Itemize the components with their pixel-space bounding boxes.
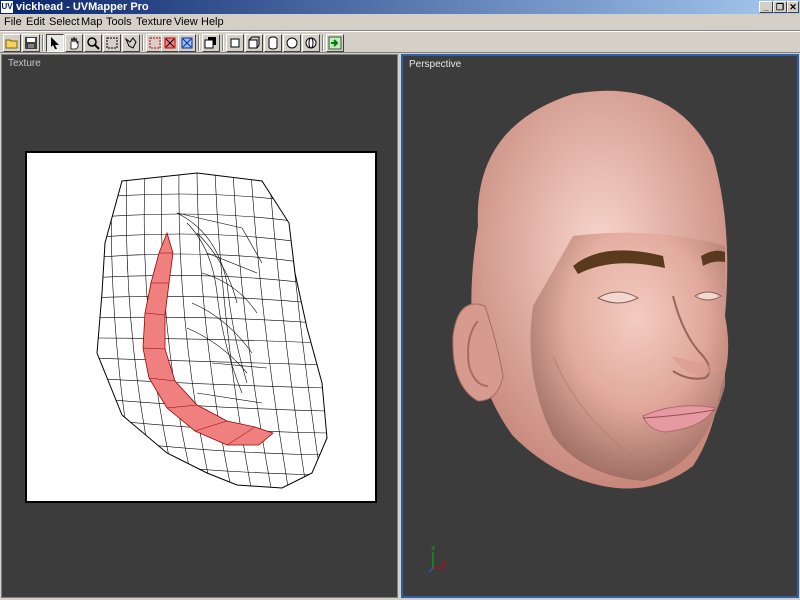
select-arrow-icon[interactable]	[46, 34, 64, 52]
texture-view-label: Texture	[8, 58, 41, 69]
app-icon[interactable]: UV	[1, 1, 13, 13]
menu-select[interactable]: Select	[49, 16, 80, 28]
menu-file[interactable]: File	[4, 16, 22, 28]
texture-viewport[interactable]: Texture	[1, 54, 398, 598]
apply-arrow-icon[interactable]	[326, 34, 344, 52]
zoom-icon[interactable]	[84, 34, 102, 52]
minimize-button[interactable]: _	[759, 1, 773, 13]
polar-map-icon[interactable]	[302, 34, 320, 52]
app-window: UV vickhead - UVMapper Pro _ ❐ ✕ File Ed…	[0, 0, 800, 600]
uv-texture-canvas[interactable]	[25, 151, 377, 503]
axis-x-label: X	[442, 561, 447, 568]
axis-y-label: Y	[431, 546, 436, 553]
invert-box-blue-icon[interactable]	[178, 34, 196, 52]
close-button[interactable]: ✕	[787, 1, 799, 13]
save-icon[interactable]	[22, 34, 40, 52]
sphere-map-icon[interactable]	[283, 34, 301, 52]
lasso-select-icon[interactable]	[122, 34, 140, 52]
menu-bar: File Edit Select Map Tools Texture View …	[0, 14, 800, 31]
menu-tools[interactable]: Tools	[106, 16, 132, 28]
axis-gizmo: Y X	[428, 546, 447, 573]
menu-map[interactable]: Map	[81, 16, 102, 28]
restore-button[interactable]: ❐	[773, 1, 787, 13]
head-model-render[interactable]	[403, 56, 797, 596]
rectangle-select-icon[interactable]	[103, 34, 121, 52]
menu-help[interactable]: Help	[201, 16, 224, 28]
copy-view-icon[interactable]	[202, 34, 220, 52]
cylinder-map-icon[interactable]	[264, 34, 282, 52]
toolbar	[0, 31, 800, 53]
plane-map-icon[interactable]	[226, 34, 244, 52]
window-title: vickhead - UVMapper Pro	[16, 1, 149, 13]
menu-texture[interactable]: Texture	[136, 16, 172, 28]
open-folder-icon[interactable]	[3, 34, 21, 52]
menu-view[interactable]: View	[174, 16, 198, 28]
menu-edit[interactable]: Edit	[26, 16, 45, 28]
hand-pan-icon[interactable]	[65, 34, 83, 52]
deselect-box-red-icon[interactable]	[161, 34, 179, 52]
perspective-viewport[interactable]: Perspective Y X	[401, 54, 799, 598]
title-bar[interactable]: UV vickhead - UVMapper Pro _ ❐ ✕	[0, 0, 800, 14]
box-map-icon[interactable]	[245, 34, 263, 52]
uv-wireframe[interactable]	[27, 153, 375, 501]
